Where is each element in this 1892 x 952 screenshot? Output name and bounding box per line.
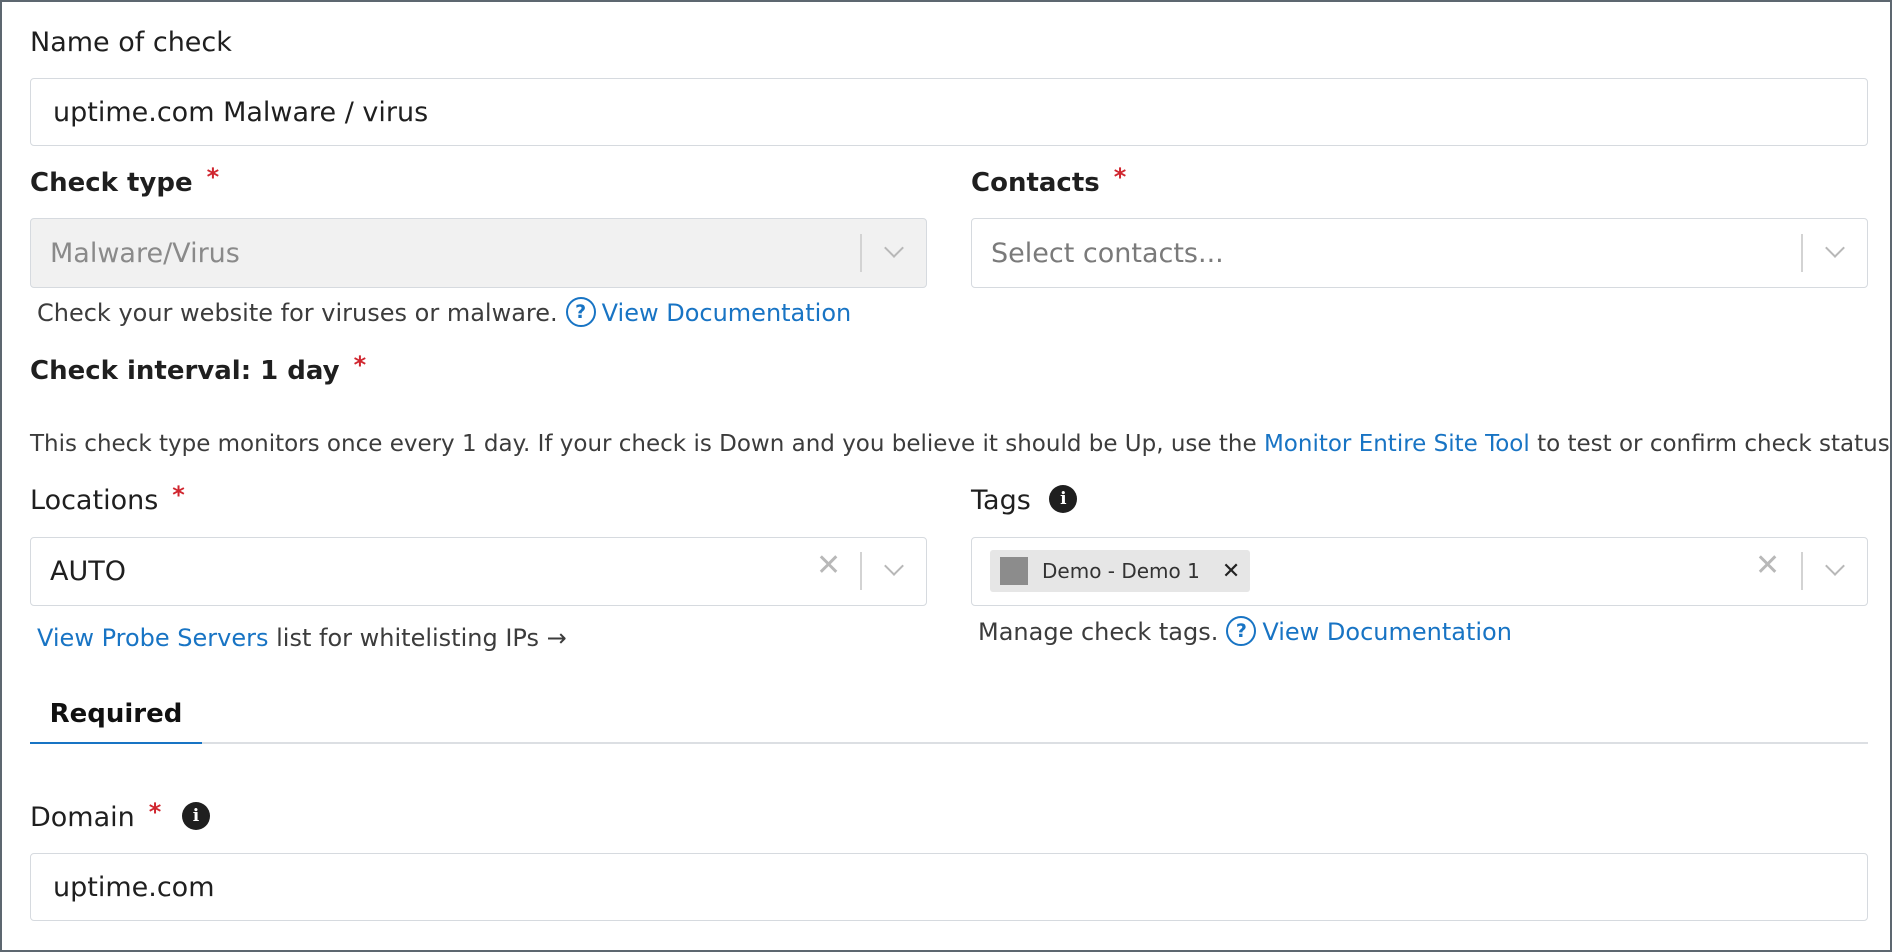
tag-chip-label: Demo - Demo 1	[1042, 559, 1200, 583]
tags-help-text: Manage check tags.	[978, 618, 1219, 646]
domain-value: uptime.com	[53, 871, 215, 903]
chevron-down-icon[interactable]	[884, 556, 904, 576]
check-interval-description: This check type monitors once every 1 da…	[30, 429, 1892, 459]
name-of-check-input[interactable]: uptime.com Malware / virus	[30, 78, 1868, 146]
contacts-heading: Contacts *	[971, 163, 1127, 200]
locations-heading: Locations *	[30, 481, 185, 518]
check-type-label: Check type	[30, 168, 193, 198]
locations-select[interactable]: AUTO ✕	[30, 537, 927, 606]
info-icon[interactable]: i	[181, 801, 210, 830]
probe-servers-help: View Probe Servers list for whitelisting…	[37, 623, 567, 653]
check-interval-heading: Check interval: 1 day *	[30, 351, 367, 388]
probe-servers-text: list for whitelisting IPs →	[276, 624, 567, 652]
locations-value: AUTO	[50, 556, 126, 587]
tag-remove-icon[interactable]: ✕	[1222, 559, 1240, 584]
name-of-check-label: Name of check	[30, 27, 232, 58]
tags-doc-link[interactable]: View Documentation	[1262, 618, 1512, 646]
domain-input[interactable]: uptime.com	[30, 853, 1868, 921]
question-icon: ?	[1226, 616, 1257, 646]
interval-desc-suffix: to test or confirm check status.	[1537, 431, 1892, 457]
info-icon[interactable]: i	[1049, 484, 1078, 513]
check-type-help-text: Check your website for viruses or malwar…	[37, 299, 558, 327]
select-separator	[1801, 552, 1803, 590]
select-separator	[1801, 234, 1803, 272]
contacts-placeholder: Select contacts...	[991, 237, 1224, 269]
required-asterisk: *	[1113, 163, 1127, 191]
domain-label: Domain	[30, 802, 135, 833]
name-of-check-value: uptime.com Malware / virus	[53, 96, 429, 128]
chevron-down-icon[interactable]	[1825, 556, 1845, 576]
required-asterisk: *	[148, 798, 162, 826]
select-separator	[860, 234, 862, 272]
tags-help: Manage check tags.? View Documentation	[978, 616, 1512, 648]
tag-chip: Demo - Demo 1 ✕	[990, 550, 1251, 592]
check-type-help: Check your website for viruses or malwar…	[37, 297, 852, 329]
interval-desc-text: This check type monitors once every 1 da…	[30, 431, 1257, 457]
check-type-heading: Check type *	[30, 163, 220, 200]
tags-heading: Tags i	[971, 484, 1078, 518]
tags-label: Tags	[971, 485, 1031, 516]
tag-color-swatch	[1000, 557, 1028, 585]
tab-required-label: Required	[49, 699, 183, 729]
required-asterisk: *	[353, 351, 367, 379]
required-asterisk: *	[172, 481, 185, 509]
domain-heading: Domain * i	[30, 798, 210, 835]
tab-required[interactable]: Required	[30, 686, 202, 744]
check-type-select[interactable]: Malware/Virus	[30, 218, 927, 288]
tab-bar-divider	[30, 742, 1868, 744]
tags-select[interactable]: Demo - Demo 1 ✕ ✕	[971, 537, 1868, 606]
select-separator	[860, 552, 862, 590]
locations-label: Locations	[30, 485, 159, 516]
check-interval-label: Check interval: 1 day	[30, 356, 340, 386]
check-type-doc-link[interactable]: View Documentation	[602, 299, 852, 327]
required-asterisk: *	[206, 163, 220, 191]
check-type-value: Malware/Virus	[50, 237, 240, 269]
view-probe-servers-link[interactable]: View Probe Servers	[37, 624, 269, 652]
contacts-label: Contacts	[971, 168, 1100, 198]
chevron-down-icon[interactable]	[1825, 238, 1845, 258]
clear-icon[interactable]: ✕	[816, 550, 841, 582]
clear-icon[interactable]: ✕	[1755, 550, 1780, 582]
chevron-down-icon[interactable]	[884, 238, 904, 258]
question-icon: ?	[565, 297, 596, 327]
monitor-entire-site-link[interactable]: Monitor Entire Site Tool	[1264, 431, 1530, 457]
contacts-select[interactable]: Select contacts...	[971, 218, 1868, 288]
